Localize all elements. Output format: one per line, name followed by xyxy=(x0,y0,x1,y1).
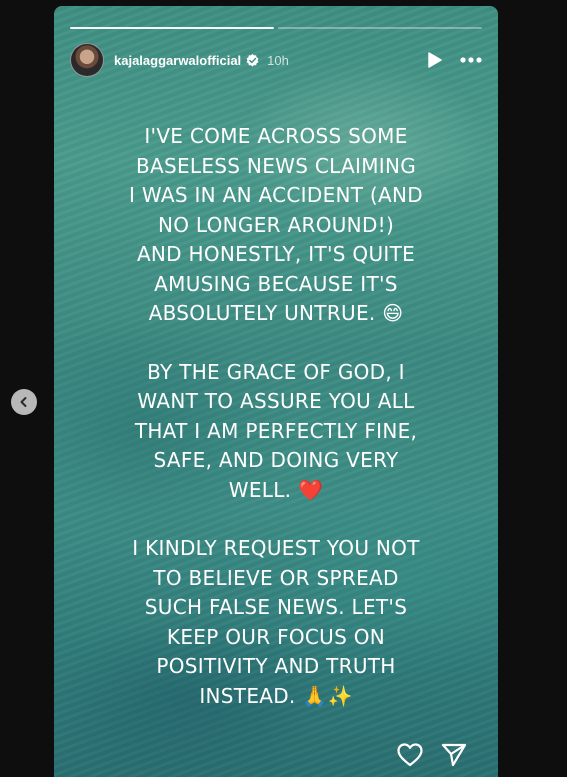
story-viewer: kajalaggarwalofficial 10h I've xyxy=(0,0,567,777)
like-button[interactable] xyxy=(396,741,424,769)
story-paragraph: By the grace of God, I want to assure yo… xyxy=(134,359,418,502)
story-footer xyxy=(380,741,468,769)
heart-icon xyxy=(397,743,423,767)
share-button[interactable] xyxy=(440,741,468,769)
send-icon xyxy=(441,743,467,767)
progress-segment xyxy=(278,27,482,29)
more-icon xyxy=(460,57,482,63)
more-options-button[interactable] xyxy=(460,49,482,71)
post-time: 10h xyxy=(267,52,289,68)
play-icon xyxy=(428,52,442,68)
story-progress-bar xyxy=(70,27,482,29)
chevron-left-icon xyxy=(20,397,27,407)
story-card[interactable]: kajalaggarwalofficial 10h I've xyxy=(54,6,498,777)
story-header: kajalaggarwalofficial 10h xyxy=(70,42,482,78)
story-text: I've come across some baseless news clai… xyxy=(94,122,458,740)
story-paragraph: I've come across some baseless news clai… xyxy=(129,124,423,325)
play-button[interactable] xyxy=(424,49,446,71)
username-link[interactable]: kajalaggarwalofficial xyxy=(114,53,241,68)
verified-badge-icon xyxy=(246,53,259,67)
avatar[interactable] xyxy=(70,43,104,77)
previous-story-button[interactable] xyxy=(11,389,37,415)
progress-segment xyxy=(70,27,274,29)
story-paragraph: I kindly request you not to believe or s… xyxy=(132,536,420,708)
